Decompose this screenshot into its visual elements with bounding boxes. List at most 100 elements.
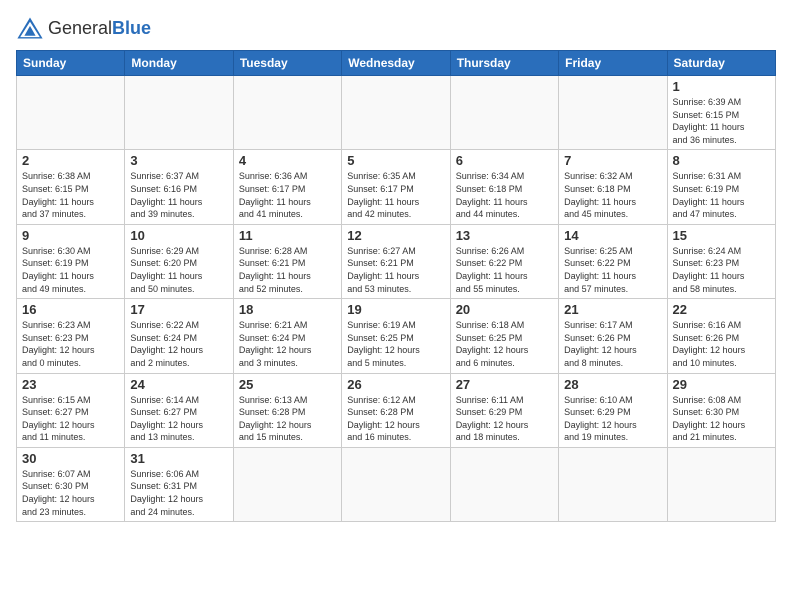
day-info: Sunrise: 6:10 AM Sunset: 6:29 PM Dayligh… (564, 394, 661, 444)
day-info: Sunrise: 6:29 AM Sunset: 6:20 PM Dayligh… (130, 245, 227, 295)
day-number: 22 (673, 302, 770, 317)
day-info: Sunrise: 6:27 AM Sunset: 6:21 PM Dayligh… (347, 245, 444, 295)
calendar-day-cell: 24 Sunrise: 6:14 AM Sunset: 6:27 PM Dayli… (125, 373, 233, 447)
day-info: Sunrise: 6:37 AM Sunset: 6:16 PM Dayligh… (130, 170, 227, 220)
weekday-header-friday: Friday (559, 51, 667, 76)
weekday-header-sunday: Sunday (17, 51, 125, 76)
calendar-day-cell: 6Sunrise: 6:34 AM Sunset: 6:18 PM Daylig… (450, 150, 558, 224)
calendar-week-row: 9Sunrise: 6:30 AM Sunset: 6:19 PM Daylig… (17, 224, 776, 298)
day-number: 30 (22, 451, 119, 466)
day-number: 24 (130, 377, 227, 392)
weekday-header-wednesday: Wednesday (342, 51, 450, 76)
day-number: 20 (456, 302, 553, 317)
day-info: Sunrise: 6:06 AM Sunset: 6:31 PM Dayligh… (130, 468, 227, 518)
day-info: Sunrise: 6:30 AM Sunset: 6:19 PM Dayligh… (22, 245, 119, 295)
calendar-week-row: 2Sunrise: 6:38 AM Sunset: 6:15 PM Daylig… (17, 150, 776, 224)
calendar-header: SundayMondayTuesdayWednesdayThursdayFrid… (17, 51, 776, 76)
weekday-header-monday: Monday (125, 51, 233, 76)
calendar-day-cell: 11Sunrise: 6:28 AM Sunset: 6:21 PM Dayli… (233, 224, 341, 298)
calendar-day-cell: 12 Sunrise: 6:27 AM Sunset: 6:21 PM Dayli… (342, 224, 450, 298)
calendar-day-cell: 25 Sunrise: 6:13 AM Sunset: 6:28 PM Dayli… (233, 373, 341, 447)
day-info: Sunrise: 6:12 AM Sunset: 6:28 PM Dayligh… (347, 394, 444, 444)
day-number: 12 (347, 228, 444, 243)
calendar-day-cell: 13Sunrise: 6:26 AM Sunset: 6:22 PM Dayli… (450, 224, 558, 298)
calendar-day-cell: 30 Sunrise: 6:07 AM Sunset: 6:30 PM Dayli… (17, 447, 125, 521)
calendar-day-cell (17, 76, 125, 150)
day-info: Sunrise: 6:23 AM Sunset: 6:23 PM Dayligh… (22, 319, 119, 369)
calendar-day-cell: 9Sunrise: 6:30 AM Sunset: 6:19 PM Daylig… (17, 224, 125, 298)
day-number: 10 (130, 228, 227, 243)
calendar-day-cell: 10 Sunrise: 6:29 AM Sunset: 6:20 PM Dayli… (125, 224, 233, 298)
day-number: 28 (564, 377, 661, 392)
day-info: Sunrise: 6:21 AM Sunset: 6:24 PM Dayligh… (239, 319, 336, 369)
day-info: Sunrise: 6:08 AM Sunset: 6:30 PM Dayligh… (673, 394, 770, 444)
calendar-day-cell: 27Sunrise: 6:11 AM Sunset: 6:29 PM Dayli… (450, 373, 558, 447)
calendar-week-row: 23 Sunrise: 6:15 AM Sunset: 6:27 PM Dayli… (17, 373, 776, 447)
calendar-day-cell: 8 Sunrise: 6:31 AM Sunset: 6:19 PM Daylig… (667, 150, 775, 224)
day-info: Sunrise: 6:35 AM Sunset: 6:17 PM Dayligh… (347, 170, 444, 220)
day-number: 29 (673, 377, 770, 392)
weekday-header-saturday: Saturday (667, 51, 775, 76)
day-number: 19 (347, 302, 444, 317)
calendar-day-cell: 15 Sunrise: 6:24 AM Sunset: 6:23 PM Dayli… (667, 224, 775, 298)
logo-text: GeneralBlue (48, 18, 151, 39)
calendar-day-cell (233, 76, 341, 150)
calendar-day-cell: 1Sunrise: 6:39 AM Sunset: 6:15 PM Daylig… (667, 76, 775, 150)
calendar-day-cell: 22Sunrise: 6:16 AM Sunset: 6:26 PM Dayli… (667, 299, 775, 373)
calendar-day-cell: 14 Sunrise: 6:25 AM Sunset: 6:22 PM Dayli… (559, 224, 667, 298)
calendar-day-cell: 29 Sunrise: 6:08 AM Sunset: 6:30 PM Dayli… (667, 373, 775, 447)
calendar-body: 1Sunrise: 6:39 AM Sunset: 6:15 PM Daylig… (17, 76, 776, 522)
day-number: 14 (564, 228, 661, 243)
day-number: 4 (239, 153, 336, 168)
day-number: 1 (673, 79, 770, 94)
day-number: 31 (130, 451, 227, 466)
day-info: Sunrise: 6:25 AM Sunset: 6:22 PM Dayligh… (564, 245, 661, 295)
calendar-day-cell: 18 Sunrise: 6:21 AM Sunset: 6:24 PM Dayli… (233, 299, 341, 373)
day-info: Sunrise: 6:31 AM Sunset: 6:19 PM Dayligh… (673, 170, 770, 220)
day-number: 23 (22, 377, 119, 392)
calendar-week-row: 1Sunrise: 6:39 AM Sunset: 6:15 PM Daylig… (17, 76, 776, 150)
day-info: Sunrise: 6:07 AM Sunset: 6:30 PM Dayligh… (22, 468, 119, 518)
calendar-week-row: 30 Sunrise: 6:07 AM Sunset: 6:30 PM Dayli… (17, 447, 776, 521)
day-info: Sunrise: 6:38 AM Sunset: 6:15 PM Dayligh… (22, 170, 119, 220)
calendar-day-cell: 21Sunrise: 6:17 AM Sunset: 6:26 PM Dayli… (559, 299, 667, 373)
calendar-day-cell (233, 447, 341, 521)
calendar-day-cell: 23 Sunrise: 6:15 AM Sunset: 6:27 PM Dayli… (17, 373, 125, 447)
calendar-day-cell: 20 Sunrise: 6:18 AM Sunset: 6:25 PM Dayli… (450, 299, 558, 373)
calendar-day-cell: 26Sunrise: 6:12 AM Sunset: 6:28 PM Dayli… (342, 373, 450, 447)
day-info: Sunrise: 6:13 AM Sunset: 6:28 PM Dayligh… (239, 394, 336, 444)
day-number: 18 (239, 302, 336, 317)
day-number: 5 (347, 153, 444, 168)
weekday-header-thursday: Thursday (450, 51, 558, 76)
weekday-header-tuesday: Tuesday (233, 51, 341, 76)
logo-icon (16, 16, 44, 40)
header: GeneralBlue (16, 16, 776, 40)
day-number: 8 (673, 153, 770, 168)
day-number: 25 (239, 377, 336, 392)
day-info: Sunrise: 6:24 AM Sunset: 6:23 PM Dayligh… (673, 245, 770, 295)
calendar-day-cell: 31 Sunrise: 6:06 AM Sunset: 6:31 PM Dayli… (125, 447, 233, 521)
calendar-day-cell (342, 76, 450, 150)
calendar-day-cell: 7Sunrise: 6:32 AM Sunset: 6:18 PM Daylig… (559, 150, 667, 224)
day-number: 16 (22, 302, 119, 317)
calendar: SundayMondayTuesdayWednesdayThursdayFrid… (16, 50, 776, 522)
calendar-day-cell: 28 Sunrise: 6:10 AM Sunset: 6:29 PM Dayli… (559, 373, 667, 447)
day-info: Sunrise: 6:18 AM Sunset: 6:25 PM Dayligh… (456, 319, 553, 369)
day-number: 3 (130, 153, 227, 168)
day-number: 11 (239, 228, 336, 243)
calendar-day-cell: 3 Sunrise: 6:37 AM Sunset: 6:16 PM Daylig… (125, 150, 233, 224)
day-info: Sunrise: 6:11 AM Sunset: 6:29 PM Dayligh… (456, 394, 553, 444)
day-info: Sunrise: 6:14 AM Sunset: 6:27 PM Dayligh… (130, 394, 227, 444)
day-number: 17 (130, 302, 227, 317)
calendar-day-cell: 5 Sunrise: 6:35 AM Sunset: 6:17 PM Daylig… (342, 150, 450, 224)
calendar-day-cell (559, 447, 667, 521)
day-info: Sunrise: 6:22 AM Sunset: 6:24 PM Dayligh… (130, 319, 227, 369)
day-info: Sunrise: 6:34 AM Sunset: 6:18 PM Dayligh… (456, 170, 553, 220)
calendar-day-cell: 17 Sunrise: 6:22 AM Sunset: 6:24 PM Dayli… (125, 299, 233, 373)
logo: GeneralBlue (16, 16, 151, 40)
page: GeneralBlue SundayMondayTuesdayWednesday… (0, 0, 792, 612)
day-number: 15 (673, 228, 770, 243)
day-info: Sunrise: 6:15 AM Sunset: 6:27 PM Dayligh… (22, 394, 119, 444)
calendar-day-cell: 4Sunrise: 6:36 AM Sunset: 6:17 PM Daylig… (233, 150, 341, 224)
day-info: Sunrise: 6:32 AM Sunset: 6:18 PM Dayligh… (564, 170, 661, 220)
